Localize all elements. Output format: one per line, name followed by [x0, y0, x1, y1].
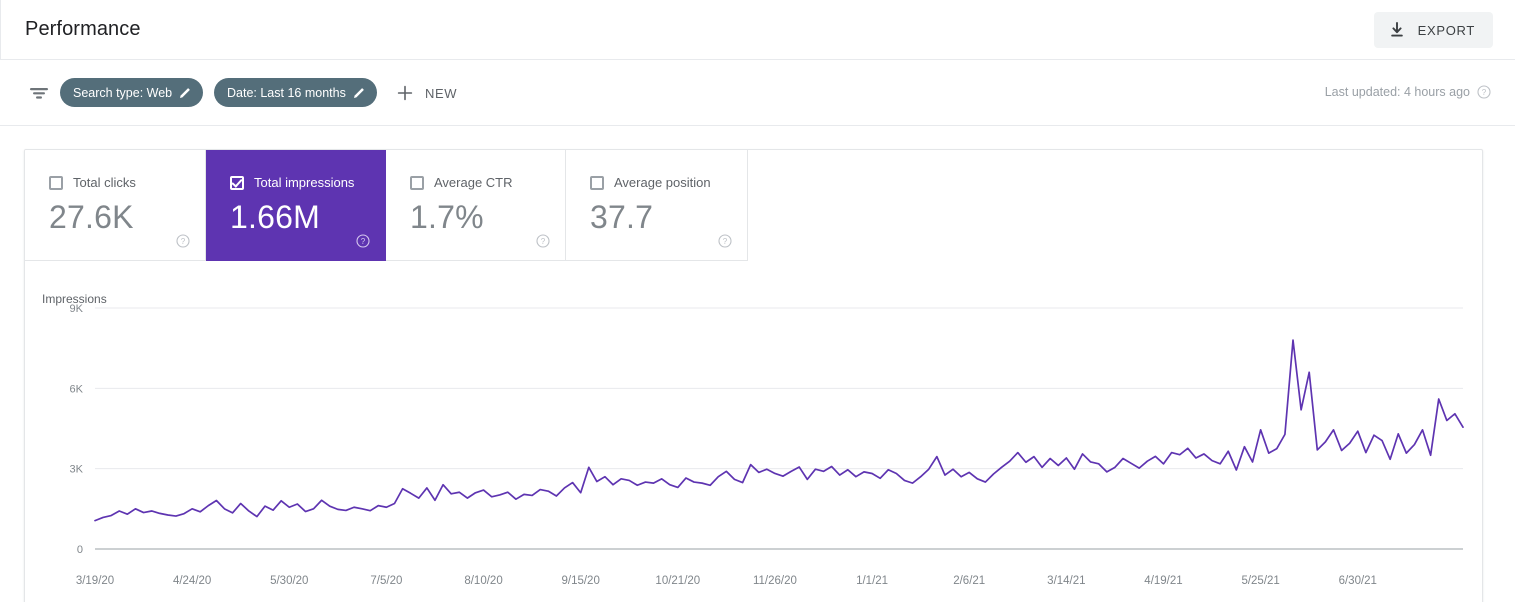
impressions-series-line [94, 339, 1464, 522]
svg-text:1/1/21: 1/1/21 [856, 575, 888, 587]
checkbox-total-impressions[interactable] [230, 175, 244, 190]
performance-card: Total clicks 27.6K ? Total impressions 1… [24, 149, 1483, 602]
download-icon [1388, 21, 1406, 39]
impressions-chart: Impressions 0 3K 6K 9K 3/19/20 4/24/20 5/30/20… [25, 261, 1483, 602]
metric-label: Total impressions [254, 175, 355, 190]
svg-text:8/10/20: 8/10/20 [464, 575, 502, 587]
chip-search-type[interactable]: Search type: Web [60, 78, 204, 107]
svg-text:0: 0 [77, 544, 83, 556]
performance-page: Performance EXPORT Search type: Web Date… [0, 0, 1515, 602]
metric-value: 27.6K [49, 199, 134, 235]
pencil-icon [353, 86, 366, 99]
svg-text:?: ? [1482, 88, 1487, 97]
metric-head: Total clicks [49, 175, 136, 190]
svg-text:5/30/20: 5/30/20 [270, 575, 308, 587]
metric-value: 37.7 [590, 199, 654, 235]
metric-tile-total-clicks[interactable]: Total clicks 27.6K ? [25, 150, 206, 261]
metric-value: 1.7% [410, 199, 484, 235]
metric-head: Total impressions [230, 175, 354, 190]
svg-text:7/5/20: 7/5/20 [370, 575, 402, 587]
checkbox-average-ctr[interactable] [410, 175, 424, 190]
svg-text:?: ? [181, 237, 186, 246]
svg-text:?: ? [361, 237, 366, 246]
metric-value: 1.66M [230, 199, 320, 235]
plus-icon [397, 85, 413, 101]
export-label: EXPORT [1417, 22, 1475, 38]
svg-text:?: ? [723, 237, 728, 246]
chip-search-type-label: Search type: Web [73, 85, 173, 100]
svg-text:5/25/21: 5/25/21 [1241, 575, 1279, 587]
metric-label: Average position [614, 175, 711, 190]
svg-text:3/14/21: 3/14/21 [1047, 575, 1085, 587]
metric-label: Total clicks [73, 175, 136, 190]
page-title: Performance [25, 18, 141, 40]
svg-text:9/15/20: 9/15/20 [561, 575, 599, 587]
metric-tile-total-impressions[interactable]: Total impressions 1.66M ? [206, 150, 386, 261]
svg-text:2/6/21: 2/6/21 [953, 575, 985, 587]
chip-date-range-label: Date: Last 16 months [227, 85, 346, 100]
svg-text:6K: 6K [70, 383, 84, 395]
help-circle-icon[interactable]: ? [176, 234, 190, 248]
header-left-rail [0, 0, 1, 60]
new-filter-label: NEW [425, 85, 458, 101]
metric-tiles: Total clicks 27.6K ? Total impressions 1… [25, 150, 748, 261]
page-header: Performance EXPORT [0, 0, 1515, 60]
help-circle-icon[interactable]: ? [1477, 85, 1491, 99]
last-updated: Last updated: 4 hours ago ? [1325, 85, 1491, 99]
svg-text:3/19/20: 3/19/20 [76, 575, 114, 587]
svg-text:4/24/20: 4/24/20 [173, 575, 211, 587]
new-filter-button[interactable]: NEW [397, 80, 457, 106]
help-circle-icon[interactable]: ? [356, 234, 370, 248]
checkbox-total-clicks[interactable] [49, 175, 63, 190]
metric-label: Average CTR [434, 175, 513, 190]
svg-text:6/30/21: 6/30/21 [1339, 575, 1377, 587]
help-circle-icon[interactable]: ? [536, 234, 550, 248]
svg-text:4/19/21: 4/19/21 [1144, 575, 1182, 587]
filter-icon[interactable] [28, 84, 50, 102]
svg-text:3K: 3K [70, 464, 84, 476]
last-updated-text: Last updated: 4 hours ago [1324, 85, 1470, 99]
metric-head: Average CTR [410, 175, 513, 190]
help-circle-icon[interactable]: ? [718, 234, 732, 248]
metric-head: Average position [590, 175, 711, 190]
export-button[interactable]: EXPORT [1373, 12, 1493, 48]
checkbox-average-position[interactable] [590, 175, 604, 190]
svg-text:10/21/20: 10/21/20 [655, 575, 700, 587]
svg-text:9K: 9K [70, 303, 84, 315]
svg-text:?: ? [541, 237, 546, 246]
svg-text:11/26/20: 11/26/20 [753, 575, 797, 587]
chip-date-range[interactable]: Date: Last 16 months [214, 78, 377, 107]
metric-tile-average-ctr[interactable]: Average CTR 1.7% ? [386, 150, 566, 261]
metric-tile-average-position[interactable]: Average position 37.7 ? [566, 150, 748, 261]
chart-plot-area[interactable]: 0 3K 6K 9K 3/19/20 4/24/20 5/30/20 7/5/20 8/10/2… [25, 261, 1483, 602]
pencil-icon [179, 86, 192, 99]
